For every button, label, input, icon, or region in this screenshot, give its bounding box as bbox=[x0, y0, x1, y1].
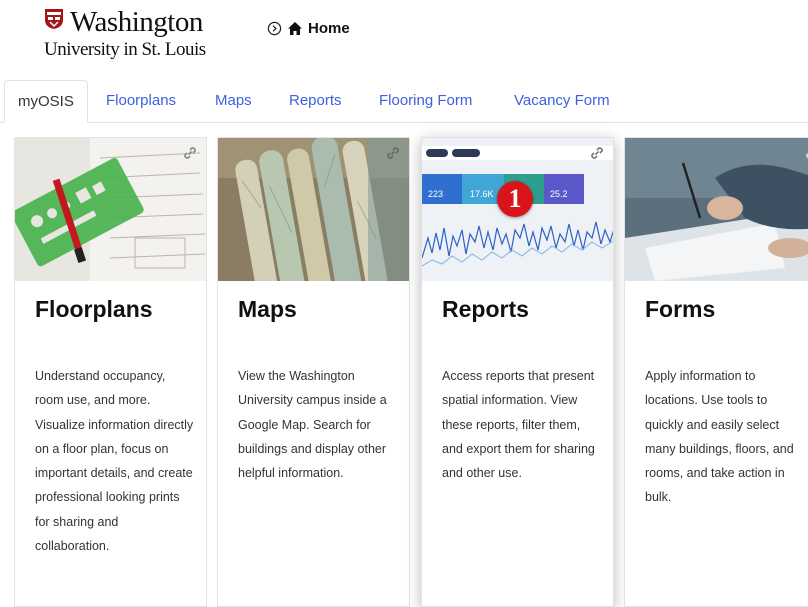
breadcrumb: Home bbox=[267, 18, 350, 38]
chevron-circle-right-icon[interactable] bbox=[267, 21, 282, 36]
logo-wordmark: Washington bbox=[70, 6, 203, 38]
stat-value: 25.2 bbox=[550, 189, 568, 199]
tab-maps[interactable]: Maps bbox=[202, 80, 265, 122]
crest-icon bbox=[45, 9, 63, 29]
card-floorplans[interactable]: Floorplans Understand occupancy, room us… bbox=[14, 137, 207, 607]
card-maps[interactable]: Maps View the Washington University camp… bbox=[217, 137, 410, 607]
link-icon[interactable] bbox=[385, 145, 401, 161]
link-icon[interactable] bbox=[804, 145, 808, 161]
card-description: Apply information to locations. Use tool… bbox=[645, 369, 794, 505]
card-title: Floorplans bbox=[35, 296, 153, 322]
breadcrumb-home[interactable]: Home bbox=[308, 20, 350, 37]
stat-value: 17.6K bbox=[470, 189, 494, 199]
card-description: Understand occupancy, room use, and more… bbox=[35, 369, 194, 554]
card-description: Access reports that present spatial info… bbox=[442, 369, 595, 481]
university-logo[interactable]: Washington University in St. Louis bbox=[44, 6, 206, 62]
step-number-badge: 1 bbox=[497, 181, 533, 217]
card-forms[interactable]: Forms Apply information to locations. Us… bbox=[624, 137, 808, 607]
logo-subline: University in St. Louis bbox=[44, 39, 206, 60]
rolled-maps-image bbox=[218, 138, 409, 281]
home-icon bbox=[288, 21, 302, 35]
card-description: View the Washington University campus in… bbox=[238, 369, 387, 481]
card-title: Reports bbox=[442, 296, 529, 322]
link-icon[interactable] bbox=[589, 145, 605, 161]
tab-flooring-form[interactable]: Flooring Form bbox=[366, 80, 485, 122]
tab-vacancy-form[interactable]: Vacancy Form bbox=[501, 80, 623, 122]
card-title: Forms bbox=[645, 296, 716, 322]
tab-bar: myOSIS Floorplans Maps Reports Flooring … bbox=[0, 80, 808, 123]
link-icon[interactable] bbox=[182, 145, 198, 161]
stat-value: 223 bbox=[428, 189, 443, 199]
header: Washington University in St. Louis Home bbox=[0, 0, 808, 70]
tab-myosis[interactable]: myOSIS bbox=[4, 80, 88, 123]
drafting-template-image bbox=[15, 138, 206, 281]
card-title: Maps bbox=[238, 296, 297, 322]
signing-document-image bbox=[625, 138, 808, 281]
tab-reports[interactable]: Reports bbox=[276, 80, 355, 122]
tab-floorplans[interactable]: Floorplans bbox=[93, 80, 189, 122]
